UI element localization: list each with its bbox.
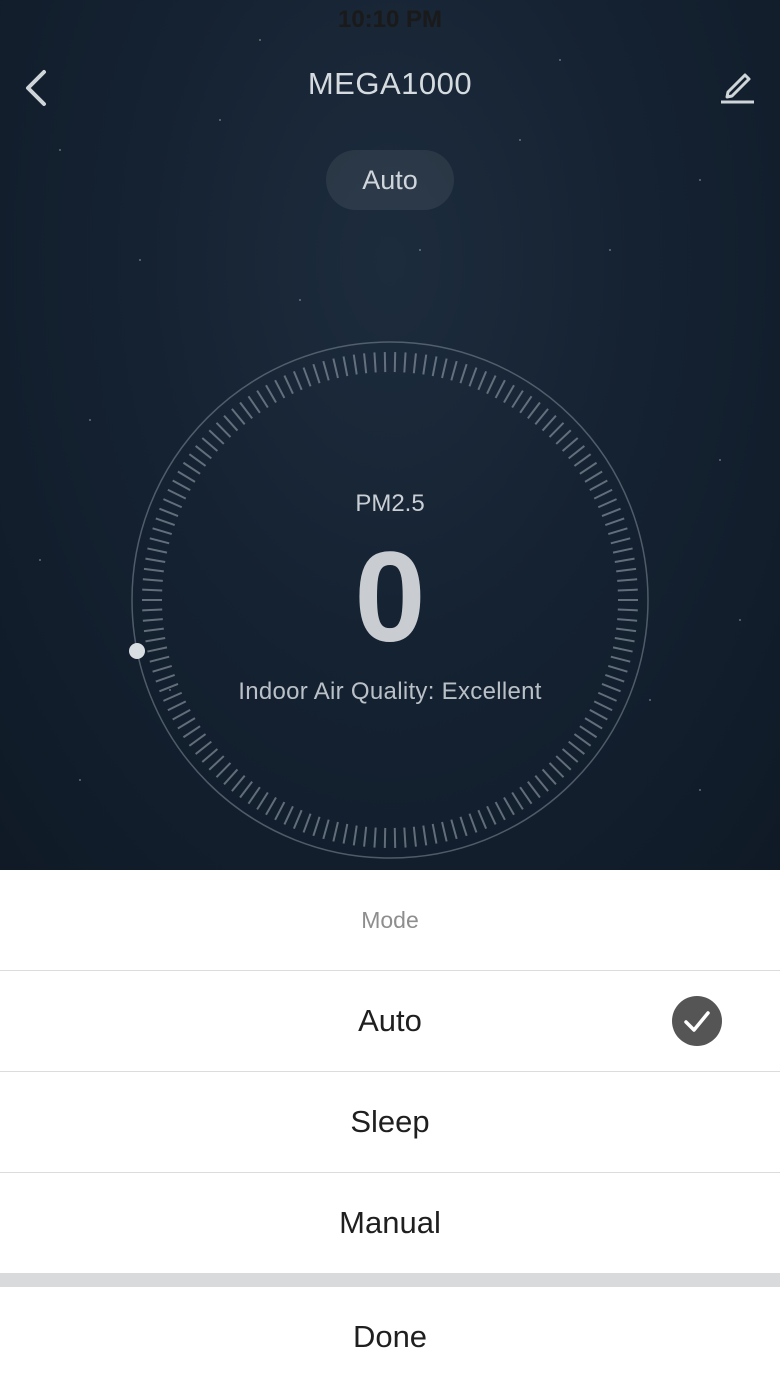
status-bar: 10:10 PM — [0, 0, 780, 40]
pm25-label: PM2.5 — [355, 490, 425, 517]
sheet-separator — [0, 1273, 780, 1287]
sheet-title: Mode — [0, 870, 780, 971]
mode-option-sleep[interactable]: Sleep — [0, 1072, 780, 1173]
air-quality-status: Indoor Air Quality: Excellent — [238, 678, 542, 705]
device-title: MEGA1000 — [307, 66, 473, 101]
mode-option-label: Sleep — [350, 1104, 430, 1139]
checkmark-icon — [672, 996, 722, 1046]
mode-option-label: Manual — [339, 1205, 441, 1240]
mode-action-sheet: Mode Auto Sleep Manual Done — [0, 870, 780, 1387]
pm25-value: 0 — [354, 526, 426, 669]
status-time: 10:10 PM — [337, 6, 443, 33]
pencil-icon — [721, 73, 754, 104]
done-button[interactable]: Done — [0, 1287, 780, 1387]
edit-button[interactable] — [718, 64, 758, 106]
device-panel: 10:10 PM MEGA1000 Auto PM2.5 0 Indoor Ai… — [0, 0, 780, 870]
mode-option-auto[interactable]: Auto — [0, 971, 780, 1072]
mode-option-manual[interactable]: Manual — [0, 1173, 780, 1273]
mode-option-label: Auto — [358, 1003, 422, 1038]
current-mode-pill[interactable]: Auto — [326, 150, 454, 210]
